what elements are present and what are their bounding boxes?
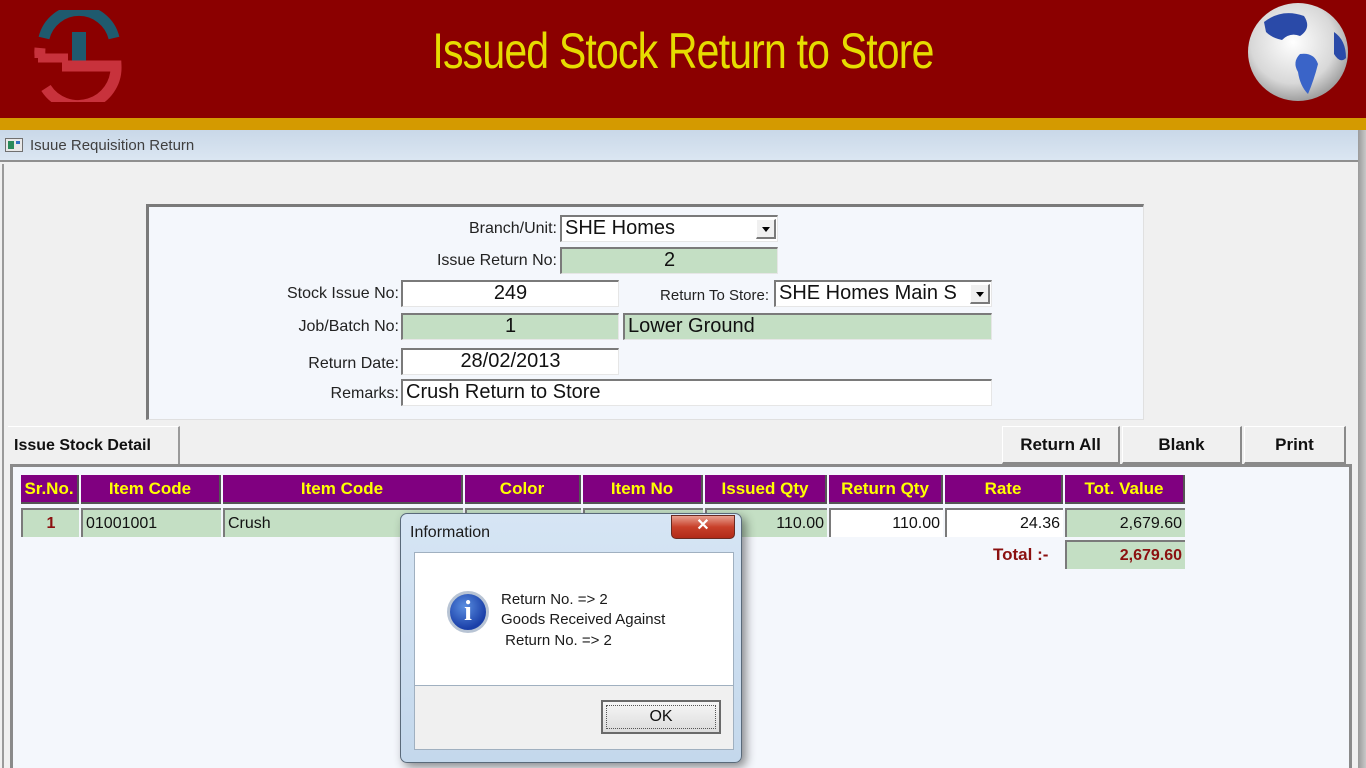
job-batch-no-label: Job/Batch No: — [298, 318, 400, 335]
dialog-message-area: i Return No. => 2 Goods Received Against… — [414, 552, 734, 686]
chevron-down-icon[interactable] — [756, 219, 776, 239]
window-titlebar[interactable]: Isuue Requisition Return — [0, 130, 1358, 162]
stock-issue-no-field[interactable]: 249 — [401, 280, 619, 307]
remarks-label: Remarks: — [330, 385, 399, 402]
ok-button[interactable]: OK — [601, 700, 721, 734]
cell-rate[interactable]: 24.36 — [945, 508, 1063, 537]
dialog-title: Information — [410, 524, 491, 541]
column-header-color: Color — [465, 475, 581, 504]
page-title: Issued Stock Return to Store — [432, 23, 934, 79]
close-icon[interactable]: ✕ — [671, 515, 735, 539]
job-batch-description-field: Lower Ground — [623, 313, 992, 340]
banner-stripe — [0, 118, 1366, 130]
branch-unit-select[interactable]: SHE Homes — [560, 215, 778, 242]
branch-unit-value: SHE Homes — [565, 217, 676, 239]
issue-return-no-label: Issue Return No: — [436, 252, 557, 269]
job-batch-no-field[interactable]: 1 — [401, 313, 619, 340]
print-button[interactable]: Print — [1244, 426, 1346, 464]
header-banner: Issued Stock Return to Store — [0, 0, 1366, 118]
column-header-issued-qty: Issued Qty — [705, 475, 827, 504]
return-to-store-select[interactable]: SHE Homes Main S — [774, 280, 992, 307]
column-header-item-code: Item Code — [81, 475, 221, 504]
column-header-tot-value: Tot. Value — [1065, 475, 1185, 504]
cell-return-qty[interactable]: 110.00 — [829, 508, 943, 537]
chevron-down-icon[interactable] — [970, 284, 990, 304]
return-date-field[interactable]: 28/02/2013 — [401, 348, 619, 375]
return-to-store-label: Return To Store: — [660, 287, 769, 304]
app-window-icon — [5, 138, 23, 152]
column-header-sr-no: Sr.No. — [21, 475, 79, 504]
information-dialog: Information ✕ i Return No. => 2 Goods Re… — [400, 513, 742, 763]
total-value: 2,679.60 — [1065, 540, 1185, 569]
remarks-field[interactable]: Crush Return to Store — [401, 379, 992, 406]
window-title: Isuue Requisition Return — [30, 137, 195, 154]
info-icon: i — [447, 591, 489, 633]
total-label: Total :- — [993, 545, 1049, 564]
stock-issue-no-label: Stock Issue No: — [286, 285, 399, 302]
blank-button[interactable]: Blank — [1122, 426, 1242, 464]
dialog-footer: OK — [414, 686, 734, 750]
cell-tot-value: 2,679.60 — [1065, 508, 1185, 537]
issue-return-no-field[interactable]: 2 — [560, 247, 778, 274]
dialog-message-line: Return No. => 2 — [501, 591, 608, 608]
dialog-message-line: Return No. => 2 — [501, 632, 612, 649]
header-form-panel: Branch/Unit: SHE Homes Issue Return No: … — [146, 204, 1144, 420]
cell-item-code[interactable]: 01001001 — [81, 508, 221, 537]
branch-unit-label: Branch/Unit: — [468, 220, 557, 237]
column-header-item-no: Item No — [583, 475, 703, 504]
dialog-message-line: Goods Received Against — [501, 611, 666, 628]
return-to-store-value: SHE Homes Main S — [779, 282, 957, 304]
cell-sr-no: 1 — [21, 508, 79, 537]
column-header-item-name: Item Code — [223, 475, 463, 504]
return-date-label: Return Date: — [308, 355, 399, 372]
column-header-rate: Rate — [945, 475, 1063, 504]
tab-issue-stock-detail[interactable]: Issue Stock Detail — [8, 426, 180, 464]
column-header-return-qty: Return Qty — [829, 475, 943, 504]
ts-logo-icon — [34, 10, 122, 102]
return-all-button[interactable]: Return All — [1002, 426, 1120, 464]
globe-icon — [1248, 3, 1348, 101]
window-edge — [1358, 130, 1366, 768]
